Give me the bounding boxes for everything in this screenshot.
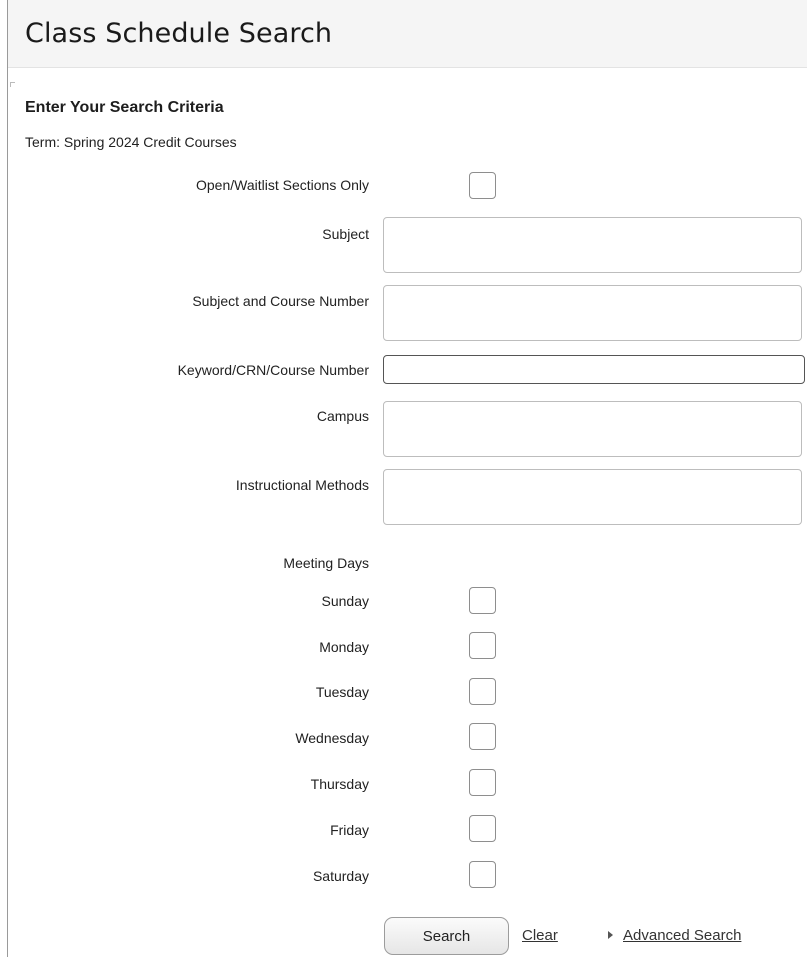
subject-course-field[interactable] xyxy=(383,285,802,341)
campus-label: Campus xyxy=(316,408,369,424)
search-button[interactable]: Search xyxy=(384,917,509,955)
day-checkbox-thursday[interactable] xyxy=(469,769,496,796)
day-checkbox-tuesday[interactable] xyxy=(469,678,496,705)
day-label-thursday: Thursday xyxy=(310,776,369,792)
meeting-days-label: Meeting Days xyxy=(283,555,369,571)
section-title: Enter Your Search Criteria xyxy=(25,99,224,116)
keyword-input[interactable] xyxy=(383,355,805,384)
day-checkbox-sunday[interactable] xyxy=(469,587,496,614)
day-label-saturday: Saturday xyxy=(312,868,369,884)
day-checkbox-friday[interactable] xyxy=(469,815,496,842)
page-title: Class Schedule Search xyxy=(25,18,333,49)
subject-course-label: Subject and Course Number xyxy=(192,293,369,309)
day-checkbox-wednesday[interactable] xyxy=(469,723,496,750)
page-header: Class Schedule Search xyxy=(8,0,807,68)
day-label-sunday: Sunday xyxy=(321,593,369,609)
open-waitlist-checkbox[interactable] xyxy=(469,172,496,199)
subject-label: Subject xyxy=(322,226,369,242)
campus-field[interactable] xyxy=(383,401,802,457)
subject-field[interactable] xyxy=(383,217,802,273)
page-left-border xyxy=(7,0,8,957)
day-label-wednesday: Wednesday xyxy=(295,730,369,746)
day-label-monday: Monday xyxy=(319,639,369,655)
expand-triangle-icon xyxy=(608,931,613,939)
day-label-tuesday: Tuesday xyxy=(315,684,369,700)
instructional-methods-field[interactable] xyxy=(383,469,802,525)
term-label: Term: Spring 2024 Credit Courses xyxy=(25,134,237,150)
day-checkbox-saturday[interactable] xyxy=(469,861,496,888)
instructional-methods-label: Instructional Methods xyxy=(235,477,369,493)
day-label-friday: Friday xyxy=(330,822,369,838)
corner-mark xyxy=(10,82,15,87)
clear-link[interactable]: Clear xyxy=(522,927,558,944)
advanced-search-link[interactable]: Advanced Search xyxy=(623,927,741,944)
open-waitlist-label: Open/Waitlist Sections Only xyxy=(196,177,369,193)
keyword-label: Keyword/CRN/Course Number xyxy=(177,362,369,378)
day-checkbox-monday[interactable] xyxy=(469,632,496,659)
